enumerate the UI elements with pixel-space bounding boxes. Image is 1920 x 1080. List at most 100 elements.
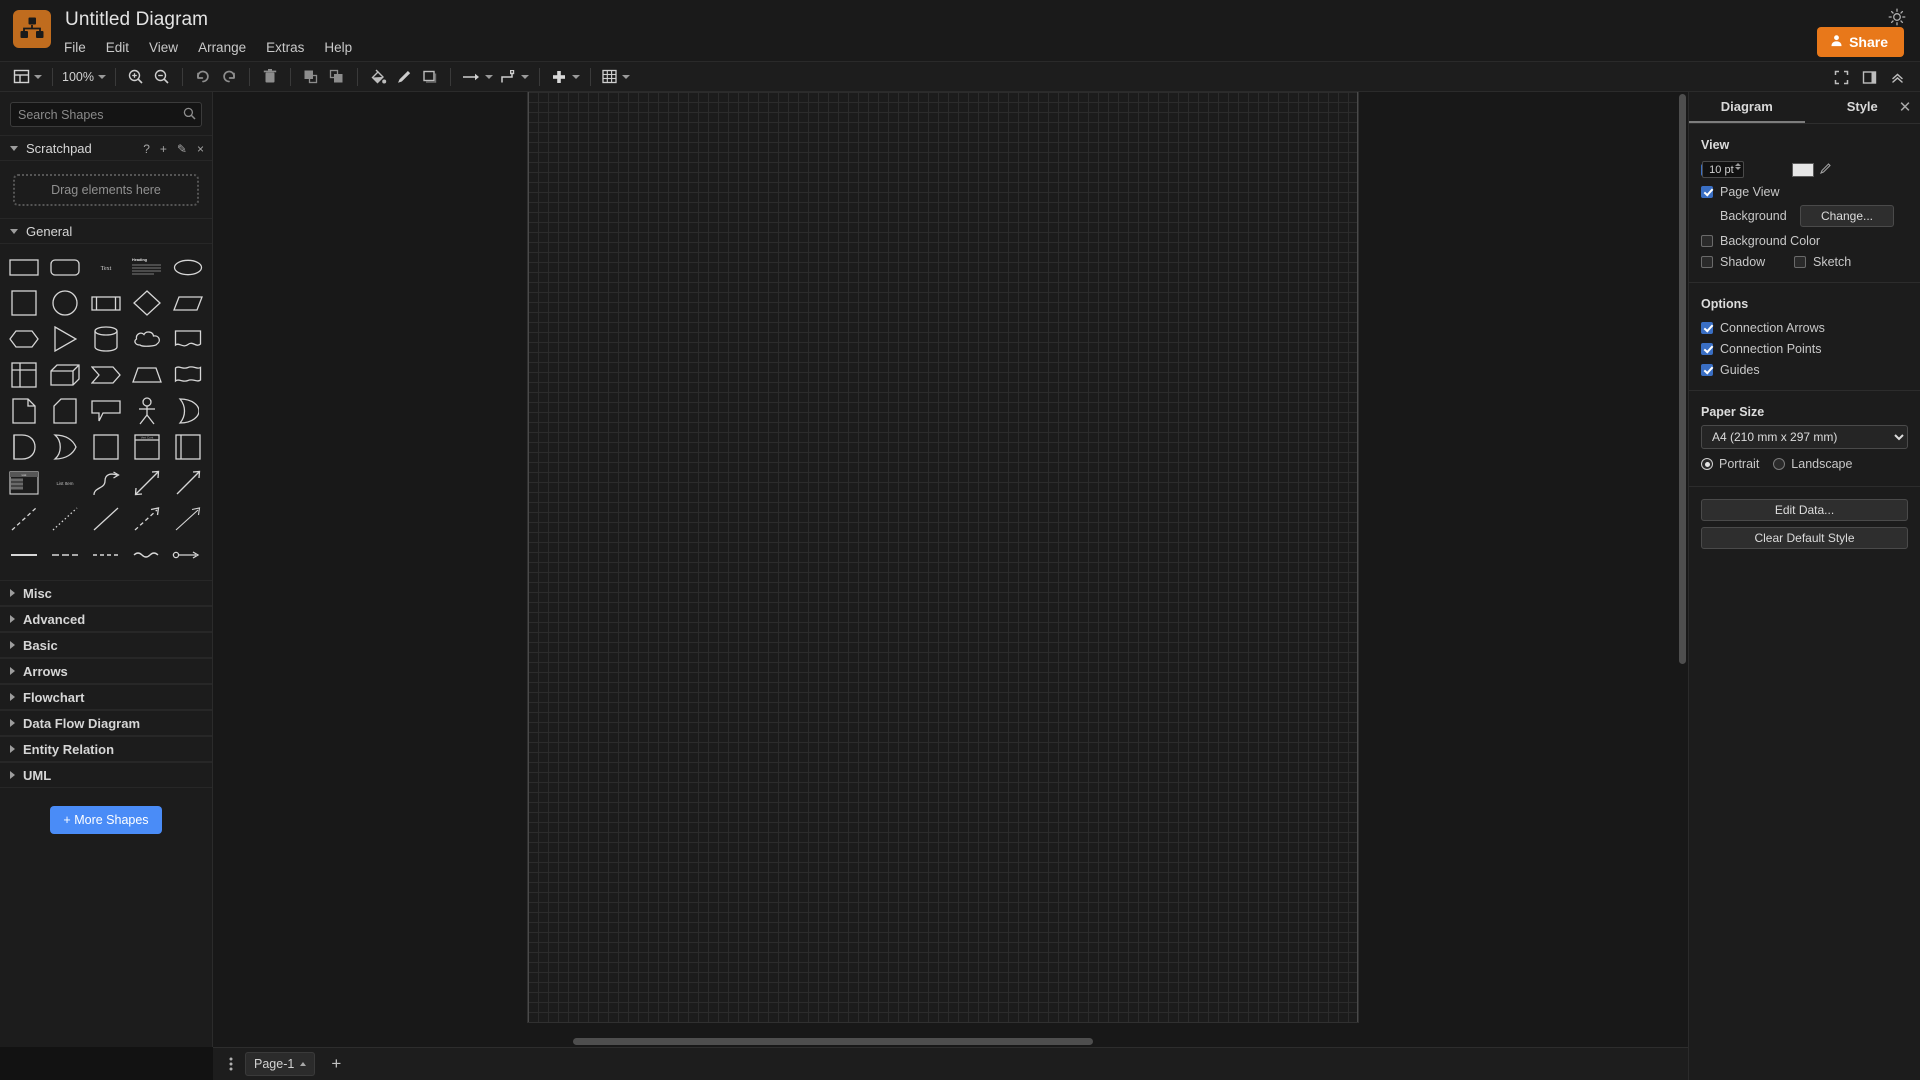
chevron-down-icon[interactable] [520, 74, 529, 79]
stepper-up-icon[interactable] [1734, 163, 1741, 166]
shape-delay[interactable] [4, 430, 45, 464]
shape-endpoint-link[interactable] [167, 538, 208, 572]
view-layout-icon[interactable] [10, 64, 45, 90]
shape-diamond[interactable] [126, 286, 167, 320]
search-input[interactable] [10, 102, 202, 127]
shadow-checkbox[interactable] [1701, 255, 1713, 268]
to-front-icon[interactable] [298, 64, 324, 90]
close-icon[interactable]: × [197, 142, 204, 156]
close-icon[interactable]: ✕ [1896, 98, 1914, 116]
zoom-out-icon[interactable] [149, 64, 175, 90]
help-icon[interactable]: ? [143, 142, 150, 156]
format-panel-icon[interactable] [1856, 64, 1882, 90]
shape-dotted-line[interactable] [45, 502, 86, 536]
caret-up-icon[interactable] [300, 1062, 307, 1066]
shape-text[interactable]: Text [86, 250, 127, 284]
sidebar-item-data-flow-diagram[interactable]: Data Flow Diagram [0, 710, 212, 736]
shape-dotted-link[interactable] [86, 538, 127, 572]
shape-triangle[interactable] [45, 322, 86, 356]
delete-icon[interactable] [257, 64, 283, 90]
chevron-down-icon[interactable] [34, 74, 42, 79]
redo-icon[interactable] [216, 64, 242, 90]
shape-process[interactable] [86, 286, 127, 320]
shape-and[interactable] [45, 430, 86, 464]
grid-color-swatch[interactable] [1791, 162, 1814, 177]
shape-circle[interactable] [45, 286, 86, 320]
section-general[interactable]: General [0, 218, 212, 244]
shape-dashed-link[interactable] [45, 538, 86, 572]
page-sheet[interactable] [528, 92, 1358, 1022]
shape-cloud[interactable] [126, 322, 167, 356]
menu-edit[interactable]: Edit [106, 38, 141, 57]
add-icon[interactable]: + [160, 142, 167, 156]
fullscreen-icon[interactable] [1828, 64, 1854, 90]
grid-size-input[interactable]: 10 pt [1701, 161, 1744, 178]
shape-cylinder[interactable] [86, 322, 127, 356]
menu-help[interactable]: Help [324, 38, 364, 57]
shadow-icon[interactable] [417, 64, 443, 90]
shape-curve[interactable] [86, 466, 127, 500]
edit-data-button[interactable]: Edit Data... [1701, 499, 1908, 521]
zoom-level-button[interactable]: 100% [60, 70, 108, 84]
shape-actor[interactable] [126, 394, 167, 428]
shape-arrow[interactable] [167, 466, 208, 500]
shape-thin-arrow[interactable] [167, 502, 208, 536]
shape-document[interactable] [167, 322, 208, 356]
chevron-down-icon[interactable] [571, 74, 580, 79]
scratchpad-dropzone[interactable]: Drag elements here [13, 174, 199, 206]
shape-wavy-link[interactable] [126, 538, 167, 572]
table-icon[interactable] [598, 64, 633, 90]
connection-points-checkbox[interactable] [1701, 342, 1713, 355]
sidebar-item-arrows[interactable]: Arrows [0, 658, 212, 684]
shape-dashed-arrow[interactable] [126, 502, 167, 536]
grid-color-pen-icon[interactable] [1819, 162, 1832, 177]
grid-size-stepper[interactable] [1734, 163, 1741, 170]
shape-line[interactable] [86, 502, 127, 536]
shape-step[interactable] [86, 358, 127, 392]
line-color-icon[interactable] [391, 64, 417, 90]
shape-list[interactable]: List [4, 466, 45, 500]
shape-ellipse[interactable] [167, 250, 208, 284]
zoom-in-icon[interactable] [123, 64, 149, 90]
menu-extras[interactable]: Extras [266, 38, 316, 57]
shape-horizontal-container[interactable] [167, 430, 208, 464]
fill-color-icon[interactable] [365, 64, 391, 90]
diagram-canvas[interactable] [213, 92, 1688, 1047]
chevron-down-icon[interactable] [621, 74, 630, 79]
shape-bidirectional-arrow[interactable] [126, 466, 167, 500]
add-page-icon[interactable]: + [323, 1052, 349, 1076]
shape-cube[interactable] [45, 358, 86, 392]
shape-rounded-rectangle[interactable] [45, 250, 86, 284]
sketch-checkbox[interactable] [1794, 255, 1806, 268]
shape-textbox[interactable]: Heading [126, 250, 167, 284]
shape-vertical-container[interactable]: Vert Cont [126, 430, 167, 464]
sun-icon[interactable] [1888, 8, 1906, 26]
shape-internal-storage[interactable] [4, 358, 45, 392]
landscape-radio[interactable] [1773, 458, 1786, 470]
sidebar-item-advanced[interactable]: Advanced [0, 606, 212, 632]
background-color-checkbox[interactable] [1701, 234, 1713, 247]
paper-size-select[interactable]: A4 (210 mm x 297 mm) [1701, 425, 1908, 449]
page-tab-1[interactable]: Page-1 [245, 1052, 316, 1076]
shape-hexagon[interactable] [4, 322, 45, 356]
shape-list-item[interactable]: List Item [45, 466, 86, 500]
guides-checkbox[interactable] [1701, 363, 1713, 376]
shape-tape[interactable] [167, 358, 208, 392]
sidebar-item-flowchart[interactable]: Flowchart [0, 684, 212, 710]
share-button[interactable]: Share [1817, 27, 1904, 57]
tab-diagram[interactable]: Diagram [1689, 92, 1805, 123]
shape-parallelogram[interactable] [167, 286, 208, 320]
connection-arrow-icon[interactable] [458, 64, 496, 90]
shape-trapezoid[interactable] [126, 358, 167, 392]
shape-card[interactable] [45, 394, 86, 428]
shape-or[interactable] [167, 394, 208, 428]
undo-icon[interactable] [190, 64, 216, 90]
horizontal-scrollbar[interactable] [573, 1038, 1093, 1045]
to-back-icon[interactable] [324, 64, 350, 90]
insert-icon[interactable] [547, 64, 583, 90]
portrait-radio[interactable] [1701, 458, 1713, 470]
edit-icon[interactable]: ✎ [177, 142, 187, 156]
waypoints-icon[interactable] [496, 64, 532, 90]
chevron-down-icon[interactable] [484, 74, 493, 79]
shape-dashed-line[interactable] [4, 502, 45, 536]
